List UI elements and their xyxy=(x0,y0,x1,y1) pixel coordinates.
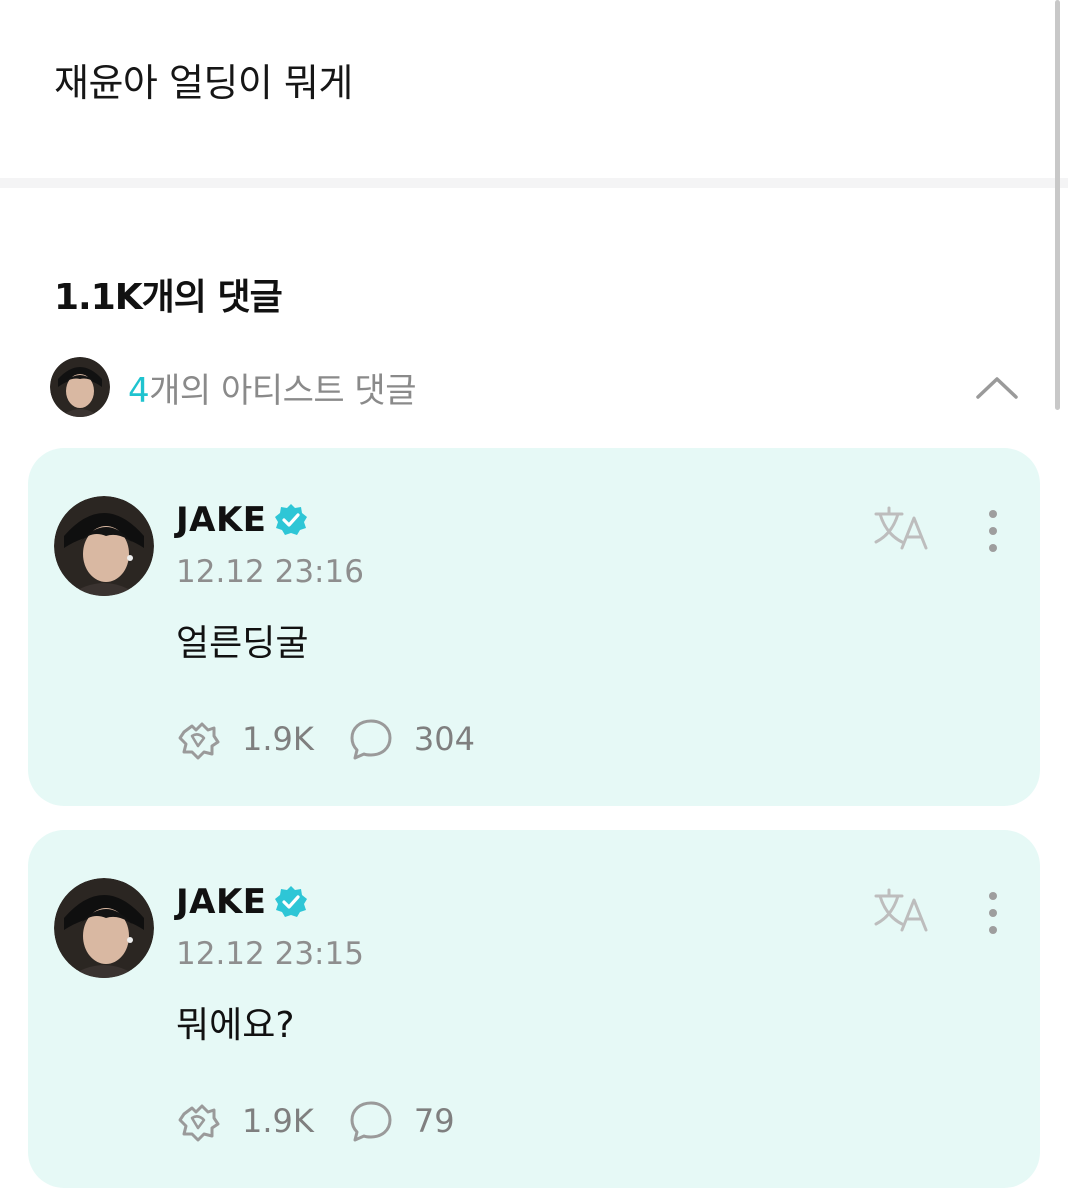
like-count: 1.9K xyxy=(242,720,314,758)
comment-bubble-icon xyxy=(350,1101,392,1142)
chevron-up-icon[interactable] xyxy=(974,367,1020,407)
comment-count-heading: 1.1K개의 댓글 xyxy=(54,277,283,318)
author-name[interactable]: JAKE xyxy=(176,882,267,922)
avatar[interactable] xyxy=(54,496,154,596)
artist-comments-label: 4개의 아티스트 댓글 xyxy=(128,363,416,412)
artist-comments-toggle[interactable]: 4개의 아티스트 댓글 xyxy=(50,355,1020,419)
comment-time: 12.12 23:15 xyxy=(176,936,364,972)
post-text: 재윤아 얼딩이 뭐게 xyxy=(54,61,353,105)
artist-comments-count: 4 xyxy=(128,370,150,411)
comment-time: 12.12 23:16 xyxy=(176,554,364,590)
translate-icon[interactable] xyxy=(872,504,932,552)
comment-text: 얼른딩굴 xyxy=(176,623,309,664)
reply-count: 79 xyxy=(413,1102,455,1140)
artist-comment-card: JAKE 12.12 23:16 얼른딩굴 1.9K 304 xyxy=(28,448,1040,806)
reply-button[interactable]: 79 xyxy=(348,1098,455,1144)
like-icon xyxy=(178,722,220,760)
author-row: JAKE xyxy=(176,882,309,922)
translate-icon[interactable] xyxy=(872,886,932,934)
like-button[interactable]: 1.9K xyxy=(176,716,314,762)
verified-badge-icon xyxy=(274,886,307,917)
more-vertical-icon[interactable] xyxy=(978,890,1008,936)
reply-button[interactable]: 304 xyxy=(348,716,475,762)
avatar[interactable] xyxy=(54,878,154,978)
section-divider xyxy=(0,178,1068,188)
author-row: JAKE xyxy=(176,500,309,540)
comment-text: 뭐에요? xyxy=(176,1005,295,1046)
artist-comment-card: JAKE 12.12 23:15 뭐에요? 1.9K 79 xyxy=(28,830,1040,1188)
more-vertical-icon[interactable] xyxy=(978,508,1008,554)
artist-comments-text: 개의 아티스트 댓글 xyxy=(149,370,416,411)
comment-actions: 1.9K 304 xyxy=(176,716,509,762)
author-name[interactable]: JAKE xyxy=(176,500,267,540)
comments-page: 재윤아 얼딩이 뭐게 1.1K개의 댓글 4개의 아티스트 댓글 JAKE 12… xyxy=(0,0,1068,1200)
comment-actions: 1.9K 79 xyxy=(176,1098,489,1144)
like-button[interactable]: 1.9K xyxy=(176,1098,314,1144)
reply-count: 304 xyxy=(413,720,475,758)
verified-badge-icon xyxy=(274,504,307,535)
scrollbar[interactable] xyxy=(1055,0,1060,410)
like-icon xyxy=(178,1104,220,1142)
like-count: 1.9K xyxy=(242,1102,314,1140)
comment-bubble-icon xyxy=(350,719,392,760)
artist-avatar xyxy=(50,357,110,417)
